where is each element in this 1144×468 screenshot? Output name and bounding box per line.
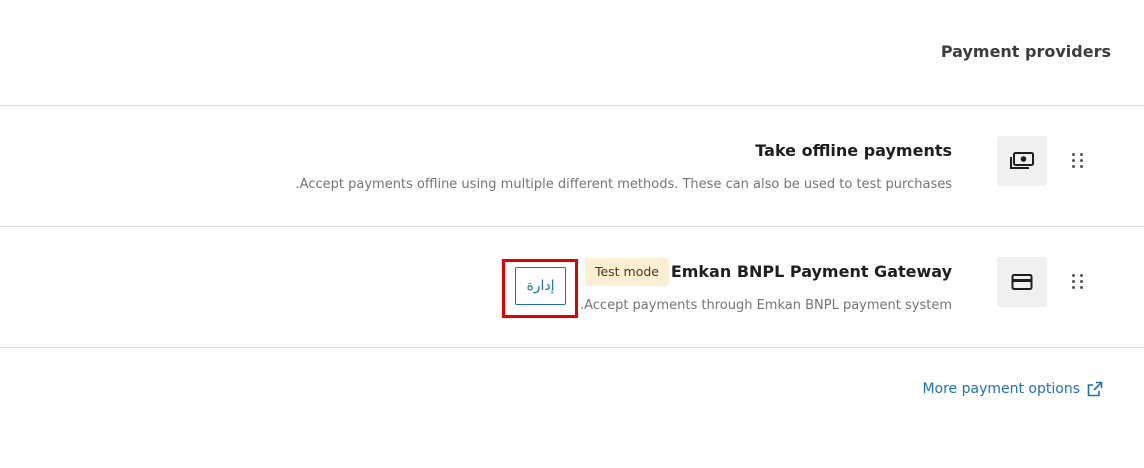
page-title: Payment providers xyxy=(940,42,1111,61)
provider-title: Emkan BNPL Payment Gateway xyxy=(670,262,952,281)
provider-row-offline: Take offline payments .Accept payments o… xyxy=(0,106,1144,227)
manage-button[interactable]: إدارة xyxy=(515,267,566,305)
section-header: Payment providers xyxy=(0,0,1144,106)
more-payment-options-link[interactable]: More payment options xyxy=(922,381,1103,397)
provider-description: .Accept payments offline using multiple … xyxy=(295,177,952,192)
card-icon xyxy=(1011,274,1033,290)
drag-handle-icon[interactable] xyxy=(1072,153,1086,171)
cash-icon xyxy=(1010,152,1034,169)
payment-settings-page: Payment providers Take offline payments … xyxy=(0,0,1144,468)
test-mode-badge: Test mode xyxy=(584,258,669,286)
drag-handle-icon[interactable] xyxy=(1072,274,1086,292)
provider-icon-box xyxy=(997,136,1047,186)
provider-title: Take offline payments xyxy=(755,141,952,160)
more-payment-options-label: More payment options xyxy=(922,381,1080,397)
external-link-icon xyxy=(1087,381,1103,397)
provider-row-emkan: Emkan BNPL Payment Gateway Test mode .Ac… xyxy=(0,227,1144,348)
provider-icon-box xyxy=(997,257,1047,307)
provider-description: .Accept payments through Emkan BNPL paym… xyxy=(579,298,952,313)
